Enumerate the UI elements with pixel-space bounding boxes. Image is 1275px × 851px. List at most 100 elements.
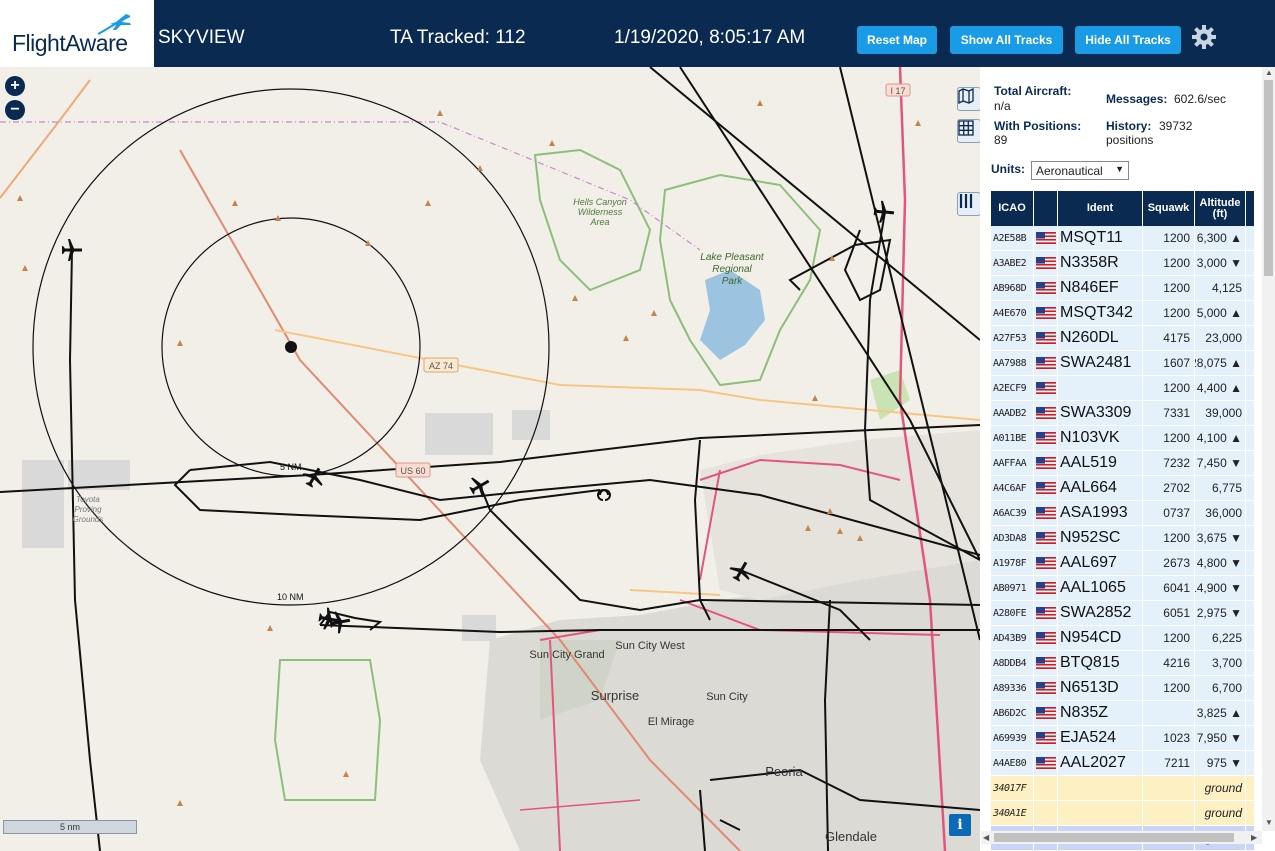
scroll-left-icon[interactable]: ◀ (983, 833, 989, 842)
cell-ident: SWA2481 (1058, 351, 1143, 375)
table-header: ICAO Ident Squawk Altitude (ft) (991, 191, 1255, 226)
table-row[interactable]: AB0971 AAL1065 6041 14,900 ▼ (991, 576, 1255, 601)
cell-flag (1034, 751, 1058, 775)
zoom-out-button[interactable]: − (5, 100, 25, 120)
cell-squawk: 1200 (1143, 426, 1195, 450)
table-row[interactable]: AB6D2C N835Z 3,825 ▲ (991, 701, 1255, 726)
zoom-in-button[interactable]: + (5, 76, 25, 96)
label-az74: AZ 74 (429, 361, 453, 371)
label-proving: Proving (74, 505, 102, 514)
reset-map-button[interactable]: Reset Map (857, 26, 937, 54)
cell-squawk: 1200 (1143, 226, 1195, 250)
table-row[interactable]: AAADB2 SWA3309 7331 39,000 (991, 401, 1255, 426)
table-row[interactable]: A4C6AF AAL664 2702 6,775 (991, 476, 1255, 501)
cell-icao: AA7988 (991, 351, 1034, 375)
table-row[interactable]: A2E58B MSQT11 1200 6,300 ▲ (991, 226, 1255, 251)
label-regional: Regional (712, 264, 752, 275)
grid-toggle-button[interactable] (957, 119, 980, 143)
columns-toggle-button[interactable] (957, 192, 980, 216)
table-row[interactable]: A3ABE2 N3358R 1200 3,000 ▼ (991, 251, 1255, 276)
table-row[interactable]: A27F53 N260DL 4175 23,000 (991, 326, 1255, 351)
label-peoria: Peoria (765, 764, 803, 779)
table-row[interactable]: A6AC39 ASA1993 0737 36,000 (991, 501, 1255, 526)
cell-extra (1246, 676, 1255, 700)
cell-ident: EJA524 (1058, 726, 1143, 750)
table-row[interactable]: AD3DA8 N952SC 1200 3,675 ▼ (991, 526, 1255, 551)
table-row[interactable]: A4E670 MSQT342 1200 5,000 ▲ (991, 301, 1255, 326)
cell-icao: AAFFAA (991, 451, 1034, 475)
scroll-down-icon[interactable]: ▼ (1265, 818, 1273, 827)
col-icao[interactable]: ICAO (991, 191, 1034, 226)
cell-ident: N952SC (1058, 526, 1143, 550)
table-row[interactable]: A2ECF9 1200 4,400 ▲ (991, 376, 1255, 401)
cell-extra (1246, 351, 1255, 375)
cell-squawk: 6041 (1143, 576, 1195, 600)
table-row[interactable]: A011BE N103VK 1200 4,100 ▲ (991, 426, 1255, 451)
table-row[interactable]: 340A1E ground (991, 801, 1255, 826)
cell-altitude: 6,700 (1195, 676, 1246, 700)
with-positions-value: 89 (994, 133, 1008, 147)
cell-squawk: 2702 (1143, 476, 1195, 500)
table-row[interactable]: A8DDB4 BTQ815 4216 3,700 (991, 651, 1255, 676)
table-row[interactable]: AD43B9 N954CD 1200 6,225 (991, 626, 1255, 651)
cell-altitude: 3,700 (1195, 651, 1246, 675)
units-select[interactable]: Aeronautical ▼ (1031, 161, 1129, 180)
table-row[interactable]: AA7988 SWA2481 1607 28,075 ▲ (991, 351, 1255, 376)
cell-flag (1034, 776, 1058, 800)
label-glendale: Glendale (825, 829, 877, 844)
hide-all-tracks-button[interactable]: Hide All Tracks (1075, 26, 1181, 54)
scroll-right-icon[interactable]: ▶ (1251, 833, 1257, 842)
table-row[interactable]: A280FE SWA2852 6051 2,975 ▼ (991, 601, 1255, 626)
cell-altitude: 36,000 (1195, 501, 1246, 525)
cell-altitude: 6,775 (1195, 476, 1246, 500)
flightaware-logo[interactable]: FlightAware (0, 0, 154, 67)
table-row[interactable]: A89336 N6513D 1200 6,700 (991, 676, 1255, 701)
map-canvas[interactable]: Hells Canyon Wilderness Area Lake Pleasa… (0, 67, 980, 851)
map-layer-button[interactable] (957, 87, 980, 111)
map-view[interactable]: Hells Canyon Wilderness Area Lake Pleasa… (0, 67, 980, 851)
cell-squawk: 7232 (1143, 451, 1195, 475)
label-hells-canyon: Hells Canyon (573, 197, 627, 207)
cell-icao: A6AC39 (991, 501, 1034, 525)
col-altitude-label: Altitude (1199, 196, 1241, 209)
scroll-up-icon[interactable]: ▲ (1265, 68, 1273, 77)
horizontal-scroll-thumb[interactable] (994, 833, 1234, 842)
cell-extra (1246, 701, 1255, 725)
cell-ident: MSQT342 (1058, 301, 1143, 325)
col-flag[interactable] (1034, 191, 1058, 226)
history-label: History: (1106, 119, 1152, 133)
cell-flag (1034, 676, 1058, 700)
cell-extra (1246, 426, 1255, 450)
receiver-location-icon (285, 341, 297, 353)
cell-ident: N3358R (1058, 251, 1143, 275)
dropdown-arrow-icon: ▼ (1115, 164, 1124, 174)
cell-flag (1034, 651, 1058, 675)
cell-flag (1034, 576, 1058, 600)
table-row[interactable]: AB968D N846EF 1200 4,125 (991, 276, 1255, 301)
total-aircraft-value: n/a (994, 99, 1011, 113)
cell-extra (1246, 651, 1255, 675)
table-row[interactable]: 34017F ground (991, 776, 1255, 801)
info-button[interactable]: i (949, 814, 971, 836)
table-row[interactable]: A69939 EJA524 1023 7,950 ▼ (991, 726, 1255, 751)
col-ident[interactable]: Ident (1058, 191, 1143, 226)
cell-extra (1246, 451, 1255, 475)
cell-squawk: 6051 (1143, 601, 1195, 625)
us-flag-icon (1035, 357, 1056, 369)
us-flag-icon (1035, 707, 1056, 719)
table-row[interactable]: A4AE80 AAL2027 7211 975 ▼ (991, 751, 1255, 776)
label-us60: US 60 (400, 466, 425, 476)
cell-extra (1246, 626, 1255, 650)
vertical-scroll-thumb[interactable] (1264, 80, 1273, 276)
show-all-tracks-button[interactable]: Show All Tracks (950, 26, 1063, 54)
total-aircraft-label: Total Aircraft: (994, 84, 1072, 98)
cell-ident: AAL664 (1058, 476, 1143, 500)
col-altitude[interactable]: Altitude (ft) (1195, 191, 1246, 226)
us-flag-icon (1035, 282, 1056, 294)
col-squawk[interactable]: Squawk (1143, 191, 1195, 226)
table-row[interactable]: A1978F AAL697 2673 4,800 ▼ (991, 551, 1255, 576)
gear-icon[interactable] (1191, 24, 1217, 50)
cell-icao: A1978F (991, 551, 1034, 575)
table-row[interactable]: AAFFAA AAL519 7232 7,450 ▼ (991, 451, 1255, 476)
with-positions-label: With Positions: (994, 119, 1082, 133)
